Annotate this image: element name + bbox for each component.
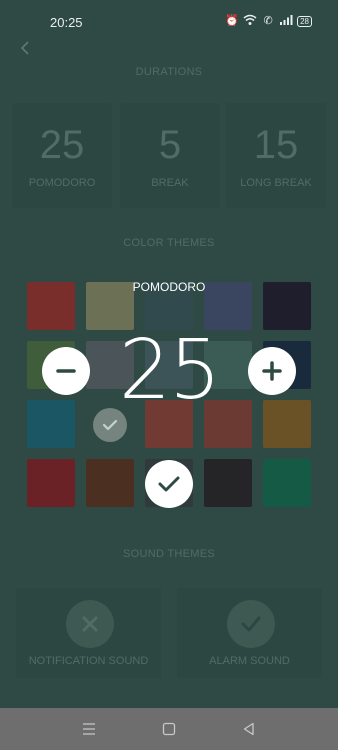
color-themes-title: COLOR THEMES bbox=[123, 237, 215, 249]
duration-display: 25 bbox=[118, 323, 221, 418]
duration-label: LONG BREAK bbox=[240, 177, 312, 189]
durations-title: DURATIONS bbox=[135, 66, 203, 78]
sound-card-notification[interactable]: NOTIFICATION SOUND bbox=[16, 588, 161, 678]
color-swatch[interactable] bbox=[27, 400, 75, 448]
chevron-left-icon bbox=[20, 41, 29, 55]
duration-card-break[interactable]: 5 BREAK bbox=[120, 103, 220, 208]
sound-label: ALARM SOUND bbox=[209, 655, 290, 667]
sound-card-alarm[interactable]: ALARM SOUND bbox=[177, 588, 322, 678]
close-icon bbox=[82, 616, 98, 632]
check-icon bbox=[158, 476, 180, 492]
back-icon[interactable] bbox=[240, 720, 258, 738]
status-icons: ⏰ ✆ 28 bbox=[225, 14, 312, 28]
home-icon[interactable] bbox=[160, 720, 178, 738]
battery-icon: 28 bbox=[297, 15, 312, 27]
color-swatch[interactable] bbox=[263, 400, 311, 448]
menu-icon[interactable] bbox=[80, 720, 98, 738]
duration-card-long-break[interactable]: 15 LONG BREAK bbox=[226, 103, 326, 208]
color-swatch[interactable] bbox=[27, 459, 75, 507]
alarm-icon: ⏰ bbox=[225, 15, 239, 27]
duration-label: BREAK bbox=[151, 177, 189, 189]
duration-label: POMODORO bbox=[28, 177, 96, 189]
status-bar: 20:25 ⏰ ✆ 28 bbox=[0, 0, 338, 44]
status-time: 20:25 bbox=[50, 15, 83, 30]
sound-themes-title: SOUND THEMES bbox=[122, 548, 216, 560]
duration-card-pomodoro[interactable]: 25 POMODORO bbox=[12, 103, 112, 208]
call-icon: ✆ bbox=[263, 15, 273, 27]
increment-button[interactable] bbox=[248, 347, 296, 395]
color-swatch[interactable] bbox=[263, 459, 311, 507]
plus-icon bbox=[262, 361, 282, 381]
confirm-button[interactable] bbox=[145, 460, 193, 508]
notification-sound-toggle[interactable] bbox=[66, 600, 114, 648]
back-button[interactable] bbox=[18, 38, 36, 60]
check-icon bbox=[241, 616, 261, 632]
wifi-icon bbox=[243, 14, 257, 28]
decrement-button[interactable] bbox=[42, 347, 90, 395]
color-swatch[interactable] bbox=[204, 459, 252, 507]
minus-icon bbox=[56, 369, 76, 373]
duration-value: 25 bbox=[39, 123, 85, 167]
signal-icon bbox=[279, 14, 293, 28]
sound-label: NOTIFICATION SOUND bbox=[28, 655, 149, 667]
duration-value: 15 bbox=[253, 123, 299, 167]
duration-value: 5 bbox=[158, 123, 182, 167]
system-nav-bar bbox=[0, 708, 338, 750]
dialog-title: POMODORO bbox=[132, 280, 206, 294]
color-swatch[interactable] bbox=[86, 459, 134, 507]
alarm-sound-toggle[interactable] bbox=[227, 600, 275, 648]
check-icon bbox=[93, 408, 127, 442]
